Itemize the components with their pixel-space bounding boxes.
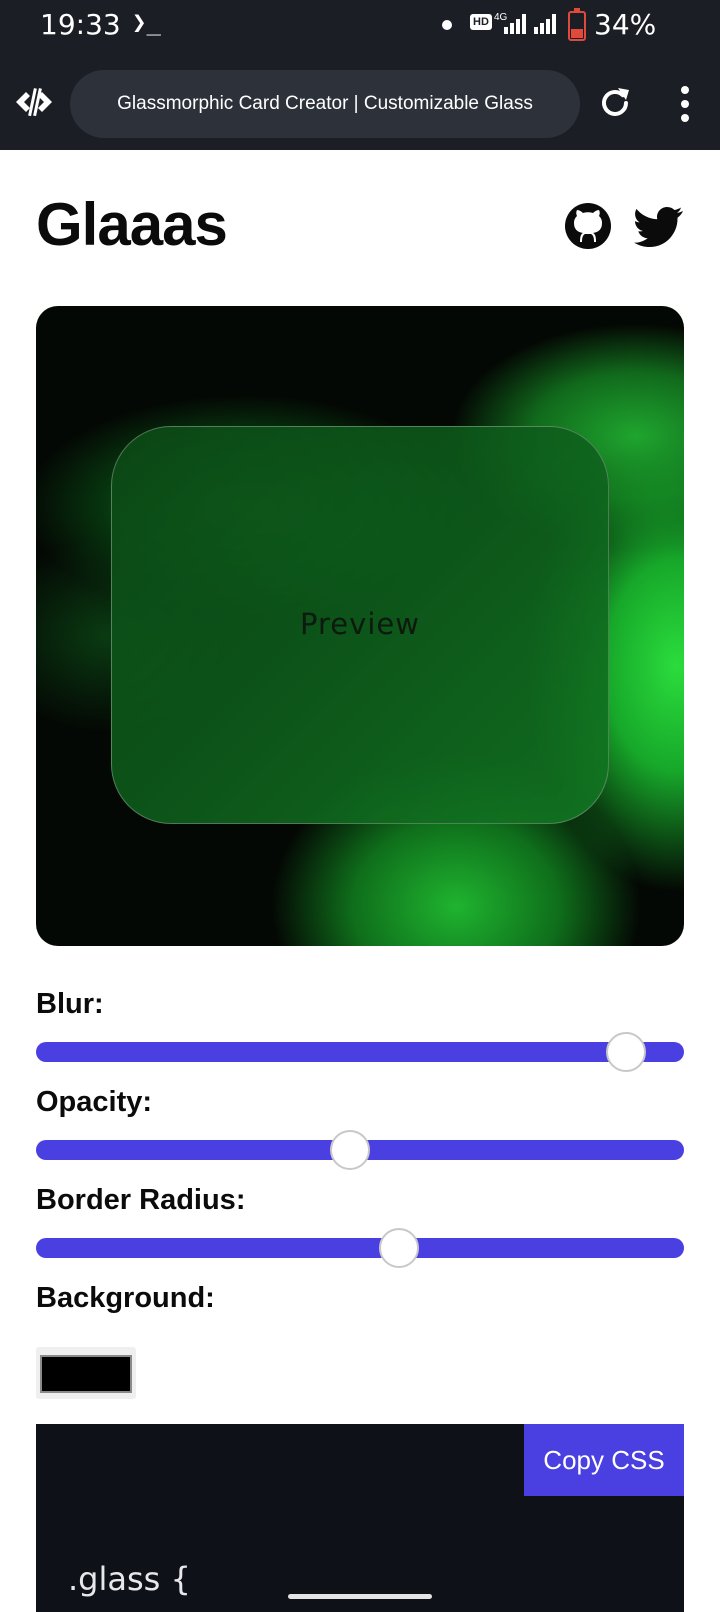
kebab-menu-icon[interactable]: [670, 84, 700, 124]
copy-css-button[interactable]: Copy CSS: [524, 1424, 684, 1496]
code-brackets-icon[interactable]: [14, 84, 54, 120]
background-label: Background:: [36, 1282, 215, 1314]
hd-badge: HD: [470, 14, 492, 30]
page-title: Glaaas: [36, 191, 228, 258]
reload-icon[interactable]: [596, 84, 634, 122]
battery-icon: [568, 8, 586, 41]
signal-icon: [504, 14, 528, 34]
blur-label: Blur:: [36, 988, 104, 1020]
border-radius-label: Border Radius:: [36, 1184, 246, 1216]
border-radius-slider[interactable]: [36, 1228, 684, 1268]
status-bar: 19:33 ❯_ HD 4G 34%: [0, 0, 720, 54]
glass-preview-card: Preview: [111, 426, 609, 824]
battery-fill: [571, 29, 583, 38]
home-indicator[interactable]: [288, 1594, 432, 1599]
twitter-icon[interactable]: [634, 206, 684, 248]
opacity-label: Opacity:: [36, 1086, 153, 1118]
signal-icon-secondary: [534, 14, 558, 34]
github-icon[interactable]: [564, 202, 612, 250]
preview-label: Preview: [300, 607, 420, 641]
background-color-picker[interactable]: [36, 1347, 136, 1399]
terminal-icon: ❯_: [132, 8, 161, 36]
css-output-panel: Copy CSS .glass {: [36, 1424, 684, 1612]
preview-area: Preview: [36, 306, 684, 946]
opacity-slider-thumb[interactable]: [330, 1130, 371, 1170]
status-time: 19:33: [40, 8, 121, 41]
border-radius-slider-thumb[interactable]: [378, 1228, 419, 1268]
browser-toolbar: Glassmorphic Card Creator | Customizable…: [0, 54, 720, 150]
css-code: .glass {: [68, 1560, 191, 1598]
opacity-slider[interactable]: [36, 1130, 684, 1170]
notification-dot-icon: [442, 20, 452, 30]
blur-slider[interactable]: [36, 1032, 684, 1072]
blur-slider-thumb[interactable]: [605, 1032, 646, 1072]
battery-percent: 34%: [594, 8, 657, 41]
background-color-swatch[interactable]: [40, 1355, 132, 1393]
address-bar[interactable]: Glassmorphic Card Creator | Customizable…: [70, 70, 580, 138]
